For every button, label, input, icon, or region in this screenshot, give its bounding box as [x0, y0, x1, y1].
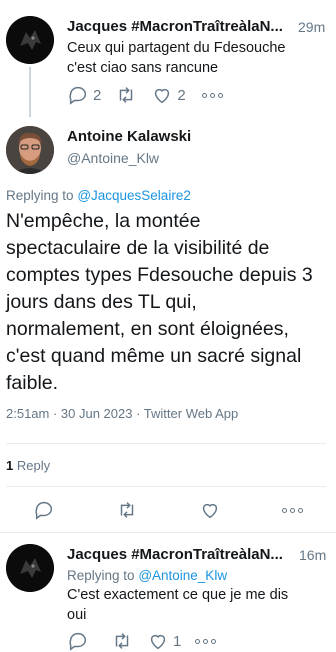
- tweet-text: N'empêche, la montée spectaculaire de la…: [6, 210, 313, 394]
- more-icon: [195, 638, 201, 644]
- retweet-button[interactable]: [116, 499, 138, 521]
- more-icon: [201, 92, 207, 98]
- author-name[interactable]: Antoine Kalawski: [67, 128, 287, 145]
- like-icon: [155, 88, 170, 104]
- tweet-author-name[interactable]: Jacques #MacronTraîtreàlaN...: [67, 546, 293, 563]
- divider: [0, 532, 336, 533]
- tweet-author-name[interactable]: Jacques #MacronTraîtreàlaN...: [67, 18, 293, 35]
- reply-icon: [69, 86, 87, 105]
- divider: [6, 443, 326, 444]
- retweet-icon: [120, 87, 133, 103]
- dark-avatar-icon: [6, 544, 54, 592]
- divider: [6, 486, 326, 487]
- profile-photo-icon: [6, 126, 54, 174]
- tweet-time[interactable]: 16m: [299, 547, 326, 563]
- main-tweet-actions: [33, 499, 303, 521]
- like-count: 1: [173, 632, 182, 650]
- replying-to: Replying to @JacquesSelaire2: [6, 188, 191, 203]
- reply-button[interactable]: [33, 499, 55, 521]
- tweet-timestamp[interactable]: 2:51am · 30 Jun 2023 · Twitter Web App: [6, 406, 238, 421]
- reply-count: 2: [93, 86, 102, 104]
- avatar[interactable]: [6, 16, 54, 64]
- more-button[interactable]: [195, 638, 217, 644]
- like-icon: [202, 503, 218, 519]
- thread-connector: [29, 67, 31, 117]
- tweet-actions: 2 2: [67, 84, 267, 106]
- reply-count-stat[interactable]: 1 Reply: [6, 458, 50, 473]
- reply-button[interactable]: 2: [67, 84, 101, 106]
- retweet-button[interactable]: [115, 84, 137, 106]
- avatar[interactable]: [6, 126, 54, 174]
- like-count: 2: [177, 86, 186, 104]
- more-icon: [282, 507, 287, 513]
- author-handle[interactable]: @Antoine_Klw: [67, 150, 159, 166]
- tweet-time[interactable]: 29m: [298, 19, 325, 35]
- replying-to: Replying to @Antoine_Klw: [67, 568, 228, 583]
- replying-to-handle[interactable]: @JacquesSelaire2: [77, 188, 191, 203]
- more-button[interactable]: [282, 507, 303, 513]
- like-button[interactable]: 2: [151, 84, 186, 106]
- more-button[interactable]: [201, 92, 223, 98]
- tweet-text: Ceux qui partagent du Fdesouche c'est ci…: [67, 40, 286, 76]
- tweet-text: C'est exactement ce que je me dis oui: [67, 587, 289, 623]
- dark-avatar-icon: [6, 16, 54, 64]
- retweet-icon: [120, 502, 134, 518]
- replying-to-handle[interactable]: @Antoine_Klw: [138, 568, 227, 583]
- reply-icon: [35, 501, 53, 520]
- avatar[interactable]: [6, 544, 54, 592]
- like-button[interactable]: [199, 499, 221, 521]
